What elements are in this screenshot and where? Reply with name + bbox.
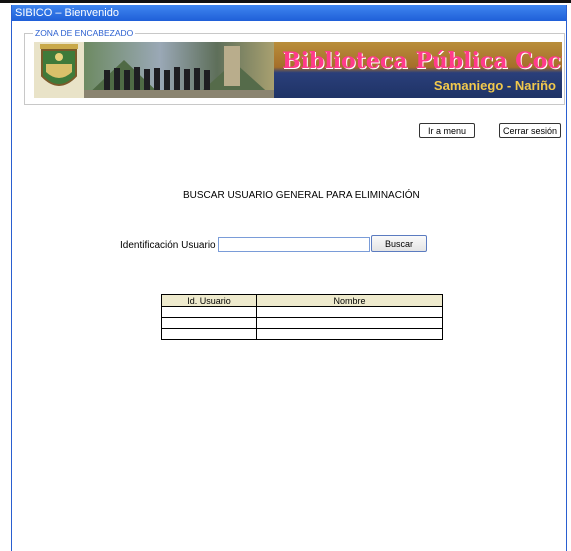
table-row[interactable] bbox=[161, 328, 443, 340]
town-photo-image bbox=[84, 42, 274, 98]
cell-user-id bbox=[161, 306, 257, 318]
table-header-row: Id. Usuario Nombre bbox=[161, 294, 443, 307]
table-row[interactable] bbox=[161, 306, 443, 318]
municipal-crest-image bbox=[34, 42, 84, 98]
cell-user-id bbox=[161, 317, 257, 329]
header-zone: ZONA DE ENCABEZADO Biblioteca Pública Co… bbox=[24, 28, 565, 105]
app-window: SIBICO – Bienvenido ZONA DE ENCABEZADO B… bbox=[11, 5, 567, 551]
user-id-label: Identificación Usuario bbox=[120, 240, 216, 251]
logout-button[interactable]: Cerrar sesión bbox=[499, 123, 561, 138]
cell-name bbox=[256, 328, 443, 340]
top-border bbox=[0, 0, 571, 3]
page-title: BUSCAR USUARIO GENERAL PARA ELIMINACIÓN bbox=[183, 190, 420, 201]
header-zone-legend: ZONA DE ENCABEZADO bbox=[33, 28, 136, 38]
results-table: Id. Usuario Nombre bbox=[161, 294, 443, 340]
cell-name bbox=[256, 317, 443, 329]
user-id-input[interactable] bbox=[218, 237, 370, 252]
go-to-menu-button[interactable]: Ir a menu bbox=[419, 123, 475, 138]
header-banner: Biblioteca Pública Cocuyos Samaniego - N… bbox=[34, 42, 562, 98]
library-name: Biblioteca Pública Cocuyos bbox=[282, 48, 562, 74]
column-header-user-id: Id. Usuario bbox=[161, 294, 257, 307]
search-button[interactable]: Buscar bbox=[371, 235, 427, 252]
column-header-name: Nombre bbox=[256, 294, 443, 307]
window-title: SIBICO – Bienvenido bbox=[12, 5, 566, 21]
cell-user-id bbox=[161, 328, 257, 340]
table-row[interactable] bbox=[161, 317, 443, 329]
library-location: Samaniego - Nariño bbox=[433, 78, 556, 93]
cell-name bbox=[256, 306, 443, 318]
